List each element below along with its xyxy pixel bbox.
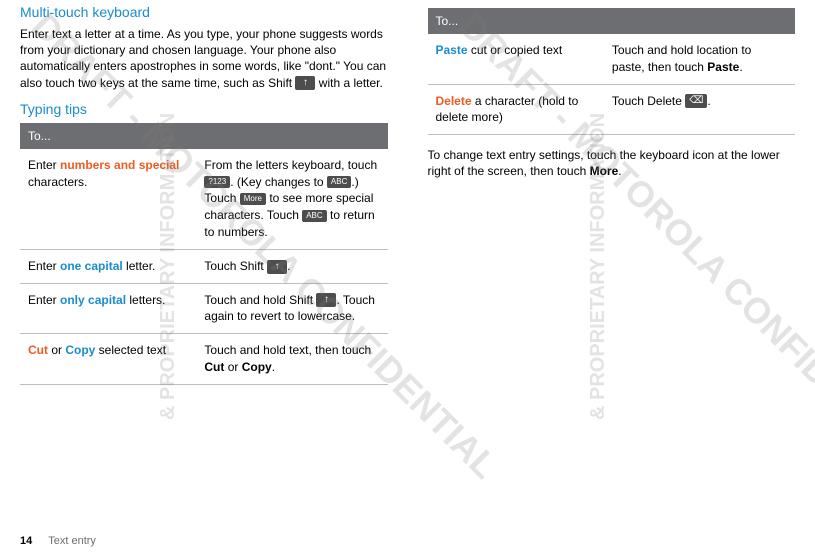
bold-cut: Cut [204,360,224,374]
cell-text: letters. [126,293,165,307]
cell-text: characters. [28,175,87,189]
cell-text: . [287,259,290,273]
keyword-numbers-special: numbers and special [60,158,179,172]
table-row: Delete a character (hold to delete more)… [428,84,796,135]
cell-text: . [739,60,742,74]
keyword-cut: Cut [28,343,48,357]
num-key-icon: ?123 [204,176,230,188]
cell-text: or [48,343,65,357]
right-column: To... Paste cut or copied text Touch and… [428,4,796,385]
cell-text: Touch and hold Shift [204,293,316,307]
page-footer: 14 Text entry [20,535,96,547]
bold-copy: Copy [242,360,272,374]
cell-text: or [224,360,241,374]
shift-key-icon [316,293,336,307]
table-row: Enter only capital letters. Touch and ho… [20,283,388,334]
keyword-one-capital: one capital [60,259,123,273]
cell-text: . [272,360,275,374]
cell-text: cut or copied text [468,43,563,57]
bold-more: More [590,164,619,178]
cell-text: From the letters keyboard, touch [204,158,377,172]
cell-text: letter. [123,259,156,273]
cell-text: Touch Shift [204,259,267,273]
shift-key-icon [295,76,315,90]
abc-key-icon: ABC [302,210,326,222]
cell-text: . [707,94,710,108]
cell-text: Touch and hold text, then touch [204,343,371,357]
more-key-icon: More [240,193,266,205]
table-row: Paste cut or copied text Touch and hold … [428,34,796,84]
typing-tips-table: To... Enter numbers and special characte… [20,123,388,385]
delete-key-icon [685,94,707,108]
keyword-copy: Copy [65,343,95,357]
shift-key-icon [267,260,287,274]
intro-paragraph: Enter text a letter at a time. As you ty… [20,26,388,91]
settings-paragraph: To change text entry settings, touch the… [428,147,796,179]
abc-key-icon: ABC [327,176,351,188]
table-row: Enter numbers and special characters. Fr… [20,149,388,249]
heading-multi-touch: Multi-touch keyboard [20,4,388,20]
table-header-to: To... [428,8,796,34]
typing-tips-table-cont: To... Paste cut or copied text Touch and… [428,8,796,135]
left-column: Multi-touch keyboard Enter text a letter… [20,4,388,385]
keyword-only-capital: only capital [60,293,126,307]
bold-paste: Paste [707,60,739,74]
intro-text-b: with a letter. [315,76,382,90]
settings-text-b: . [618,164,621,178]
cell-text: . (Key changes to [230,175,327,189]
cell-text: Touch Delete [612,94,685,108]
page-number: 14 [20,535,32,547]
cell-text: Enter [28,293,60,307]
keyword-delete: Delete [436,94,472,108]
cell-text: Enter [28,158,60,172]
heading-typing-tips: Typing tips [20,101,388,117]
table-row: Cut or Copy selected text Touch and hold… [20,334,388,385]
table-row: Enter one capital letter. Touch Shift . [20,249,388,283]
table-header-to: To... [20,123,388,149]
keyword-paste: Paste [436,43,468,57]
footer-section: Text entry [48,535,96,547]
cell-text: selected text [95,343,166,357]
cell-text: Enter [28,259,60,273]
